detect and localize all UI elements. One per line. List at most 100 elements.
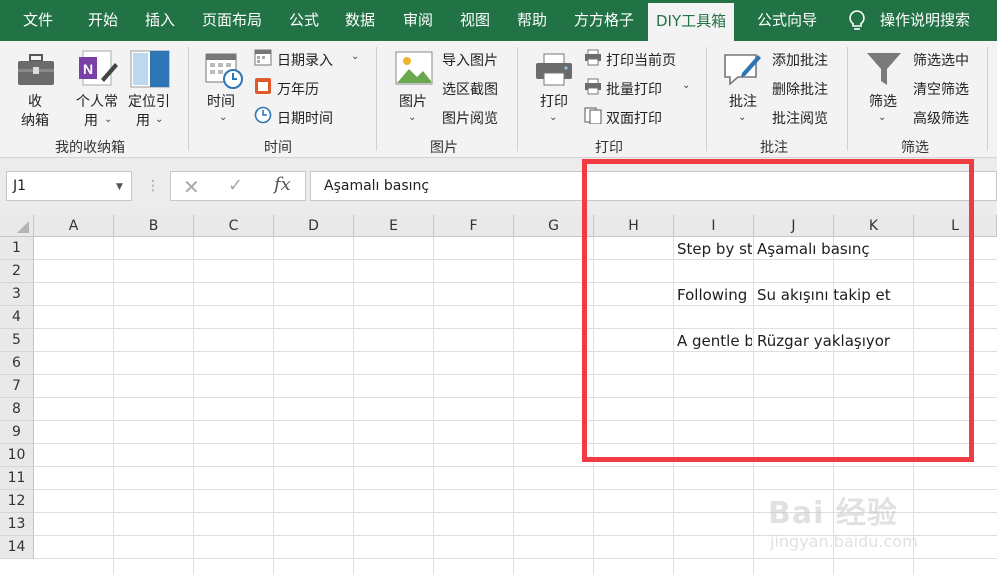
tab-diy-toolbox[interactable]: DIY工具箱 [648, 3, 735, 41]
chevron-down-icon[interactable]: ⌄ [219, 112, 227, 123]
date-entry-label[interactable]: 日期录入 [277, 50, 333, 70]
enter-check-icon[interactable]: ✓ [228, 175, 243, 196]
delete-comment-button[interactable]: 删除批注 [772, 79, 828, 99]
column-header-B[interactable]: B [114, 215, 194, 237]
locate-reference-label-2[interactable]: 用 [136, 110, 150, 130]
storage-box-label[interactable]: 收 [28, 91, 42, 111]
row-header-14[interactable]: 14 [0, 536, 34, 559]
group-label-storage: 我的收纳箱 [55, 140, 125, 156]
perpetual-calendar-icon [255, 78, 271, 94]
column-header-D[interactable]: D [274, 215, 354, 237]
tab-formulas[interactable]: 公式 [289, 0, 319, 41]
storage-box-label-2[interactable]: 纳箱 [21, 110, 49, 130]
tab-review[interactable]: 审阅 [403, 0, 433, 41]
svg-text:N: N [83, 61, 93, 77]
row-header-6[interactable]: 6 [0, 352, 34, 375]
row-header-8[interactable]: 8 [0, 398, 34, 421]
tab-home[interactable]: 开始 [88, 0, 118, 41]
row-header-7[interactable]: 7 [0, 375, 34, 398]
row-header-11[interactable]: 11 [0, 467, 34, 490]
tell-me-search[interactable]: 操作说明搜索 [880, 0, 970, 41]
tab-insert[interactable]: 插入 [145, 0, 175, 41]
watermark-logo-text: Bai 经验 [768, 496, 898, 531]
filter-selected-button[interactable]: 筛选选中 [913, 50, 969, 70]
import-picture-button[interactable]: 导入图片 [442, 50, 498, 70]
name-box-dropdown-icon[interactable]: ▼ [116, 182, 123, 192]
column-header-F[interactable]: F [434, 215, 514, 237]
column-header-A[interactable]: A [34, 215, 114, 237]
tab-fangfang[interactable]: 方方格子 [574, 0, 634, 41]
locate-reference-icon [130, 50, 170, 88]
filter-funnel-icon [867, 53, 901, 85]
clock-icon [254, 106, 272, 124]
insert-function-icon[interactable]: fx [274, 174, 291, 195]
column-header-E[interactable]: E [354, 215, 434, 237]
batch-print-icon [585, 78, 601, 95]
group-separator [517, 47, 518, 151]
print-current-page-icon [585, 49, 601, 66]
picture-button-label[interactable]: 图片 [399, 91, 427, 111]
chevron-down-icon[interactable]: ⌄ [351, 51, 359, 62]
ribbon: 收 纳箱 N 个人常 用 ⌄ 定位引 用 ⌄ 我的收纳箱 时间 ⌄ 日期录入 ⌄… [0, 41, 997, 158]
select-all-corner[interactable] [0, 215, 34, 237]
row-header-13[interactable]: 13 [0, 513, 34, 536]
tab-file[interactable]: 文件 [23, 0, 53, 41]
chevron-down-icon[interactable]: ⌄ [155, 114, 163, 125]
picture-browse-button[interactable]: 图片阅览 [442, 108, 498, 128]
locate-reference-label[interactable]: 定位引 [128, 91, 170, 111]
chevron-down-icon[interactable]: ⌄ [682, 80, 690, 91]
chevron-down-icon[interactable]: ⌄ [549, 112, 557, 123]
highlight-annotation-box [582, 159, 974, 462]
row-header-4[interactable]: 4 [0, 306, 34, 329]
comment-browse-button[interactable]: 批注阅览 [772, 108, 828, 128]
lightbulb-icon [849, 10, 865, 30]
selection-screenshot-button[interactable]: 选区截图 [442, 79, 498, 99]
ribbon-tab-bar: 文件 开始 插入 页面布局 公式 数据 审阅 视图 帮助 方方格子 DIY工具箱… [0, 0, 997, 41]
row-header-1[interactable]: 1 [0, 237, 34, 260]
time-button-label[interactable]: 时间 [207, 91, 235, 111]
print-button-label[interactable]: 打印 [540, 91, 568, 111]
filter-button-label[interactable]: 筛选 [869, 91, 897, 111]
perpetual-calendar-label[interactable]: 万年历 [277, 79, 319, 99]
name-box[interactable]: J1 [6, 171, 132, 201]
tab-view[interactable]: 视图 [460, 0, 490, 41]
comment-button-label[interactable]: 批注 [729, 91, 757, 111]
group-label-comment: 批注 [760, 140, 788, 156]
personal-common-label[interactable]: 个人常 [76, 91, 118, 111]
chevron-down-icon[interactable]: ⌄ [878, 112, 886, 123]
batch-print-label[interactable]: 批量打印 [606, 79, 662, 99]
row-header-12[interactable]: 12 [0, 490, 34, 513]
duplex-print-label[interactable]: 双面打印 [606, 108, 662, 128]
gridline-vertical [513, 237, 514, 575]
picture-icon [395, 51, 433, 85]
row-header-3[interactable]: 3 [0, 283, 34, 306]
cancel-icon[interactable]: ✕ [183, 175, 200, 199]
advanced-filter-button[interactable]: 高级筛选 [913, 108, 969, 128]
tab-data[interactable]: 数据 [345, 0, 375, 41]
drag-handle-icon[interactable]: ⋮ [146, 178, 160, 194]
gridline-vertical [113, 237, 114, 575]
tab-formula-wizard[interactable]: 公式向导 [757, 0, 817, 41]
watermark-url: jingyan.baidu.com [770, 532, 918, 551]
date-time-label[interactable]: 日期时间 [277, 108, 333, 128]
chevron-down-icon[interactable]: ⌄ [408, 112, 416, 123]
group-separator [188, 47, 189, 151]
calendar-clock-icon [205, 53, 243, 89]
onenote-icon: N [79, 50, 118, 86]
add-comment-button[interactable]: 添加批注 [772, 50, 828, 70]
personal-common-label-2[interactable]: 用 [84, 110, 98, 130]
group-label-picture: 图片 [430, 140, 458, 156]
row-header-10[interactable]: 10 [0, 444, 34, 467]
tab-page-layout[interactable]: 页面布局 [202, 0, 262, 41]
row-header-9[interactable]: 9 [0, 421, 34, 444]
column-header-C[interactable]: C [194, 215, 274, 237]
row-header-2[interactable]: 2 [0, 260, 34, 283]
print-current-page-label[interactable]: 打印当前页 [606, 50, 676, 70]
tab-help[interactable]: 帮助 [517, 0, 547, 41]
group-label-filter: 筛选 [901, 140, 929, 156]
chevron-down-icon[interactable]: ⌄ [738, 112, 746, 123]
row-header-5[interactable]: 5 [0, 329, 34, 352]
chevron-down-icon[interactable]: ⌄ [104, 114, 112, 125]
clear-filter-button[interactable]: 清空筛选 [913, 79, 969, 99]
comment-icon [724, 54, 761, 86]
